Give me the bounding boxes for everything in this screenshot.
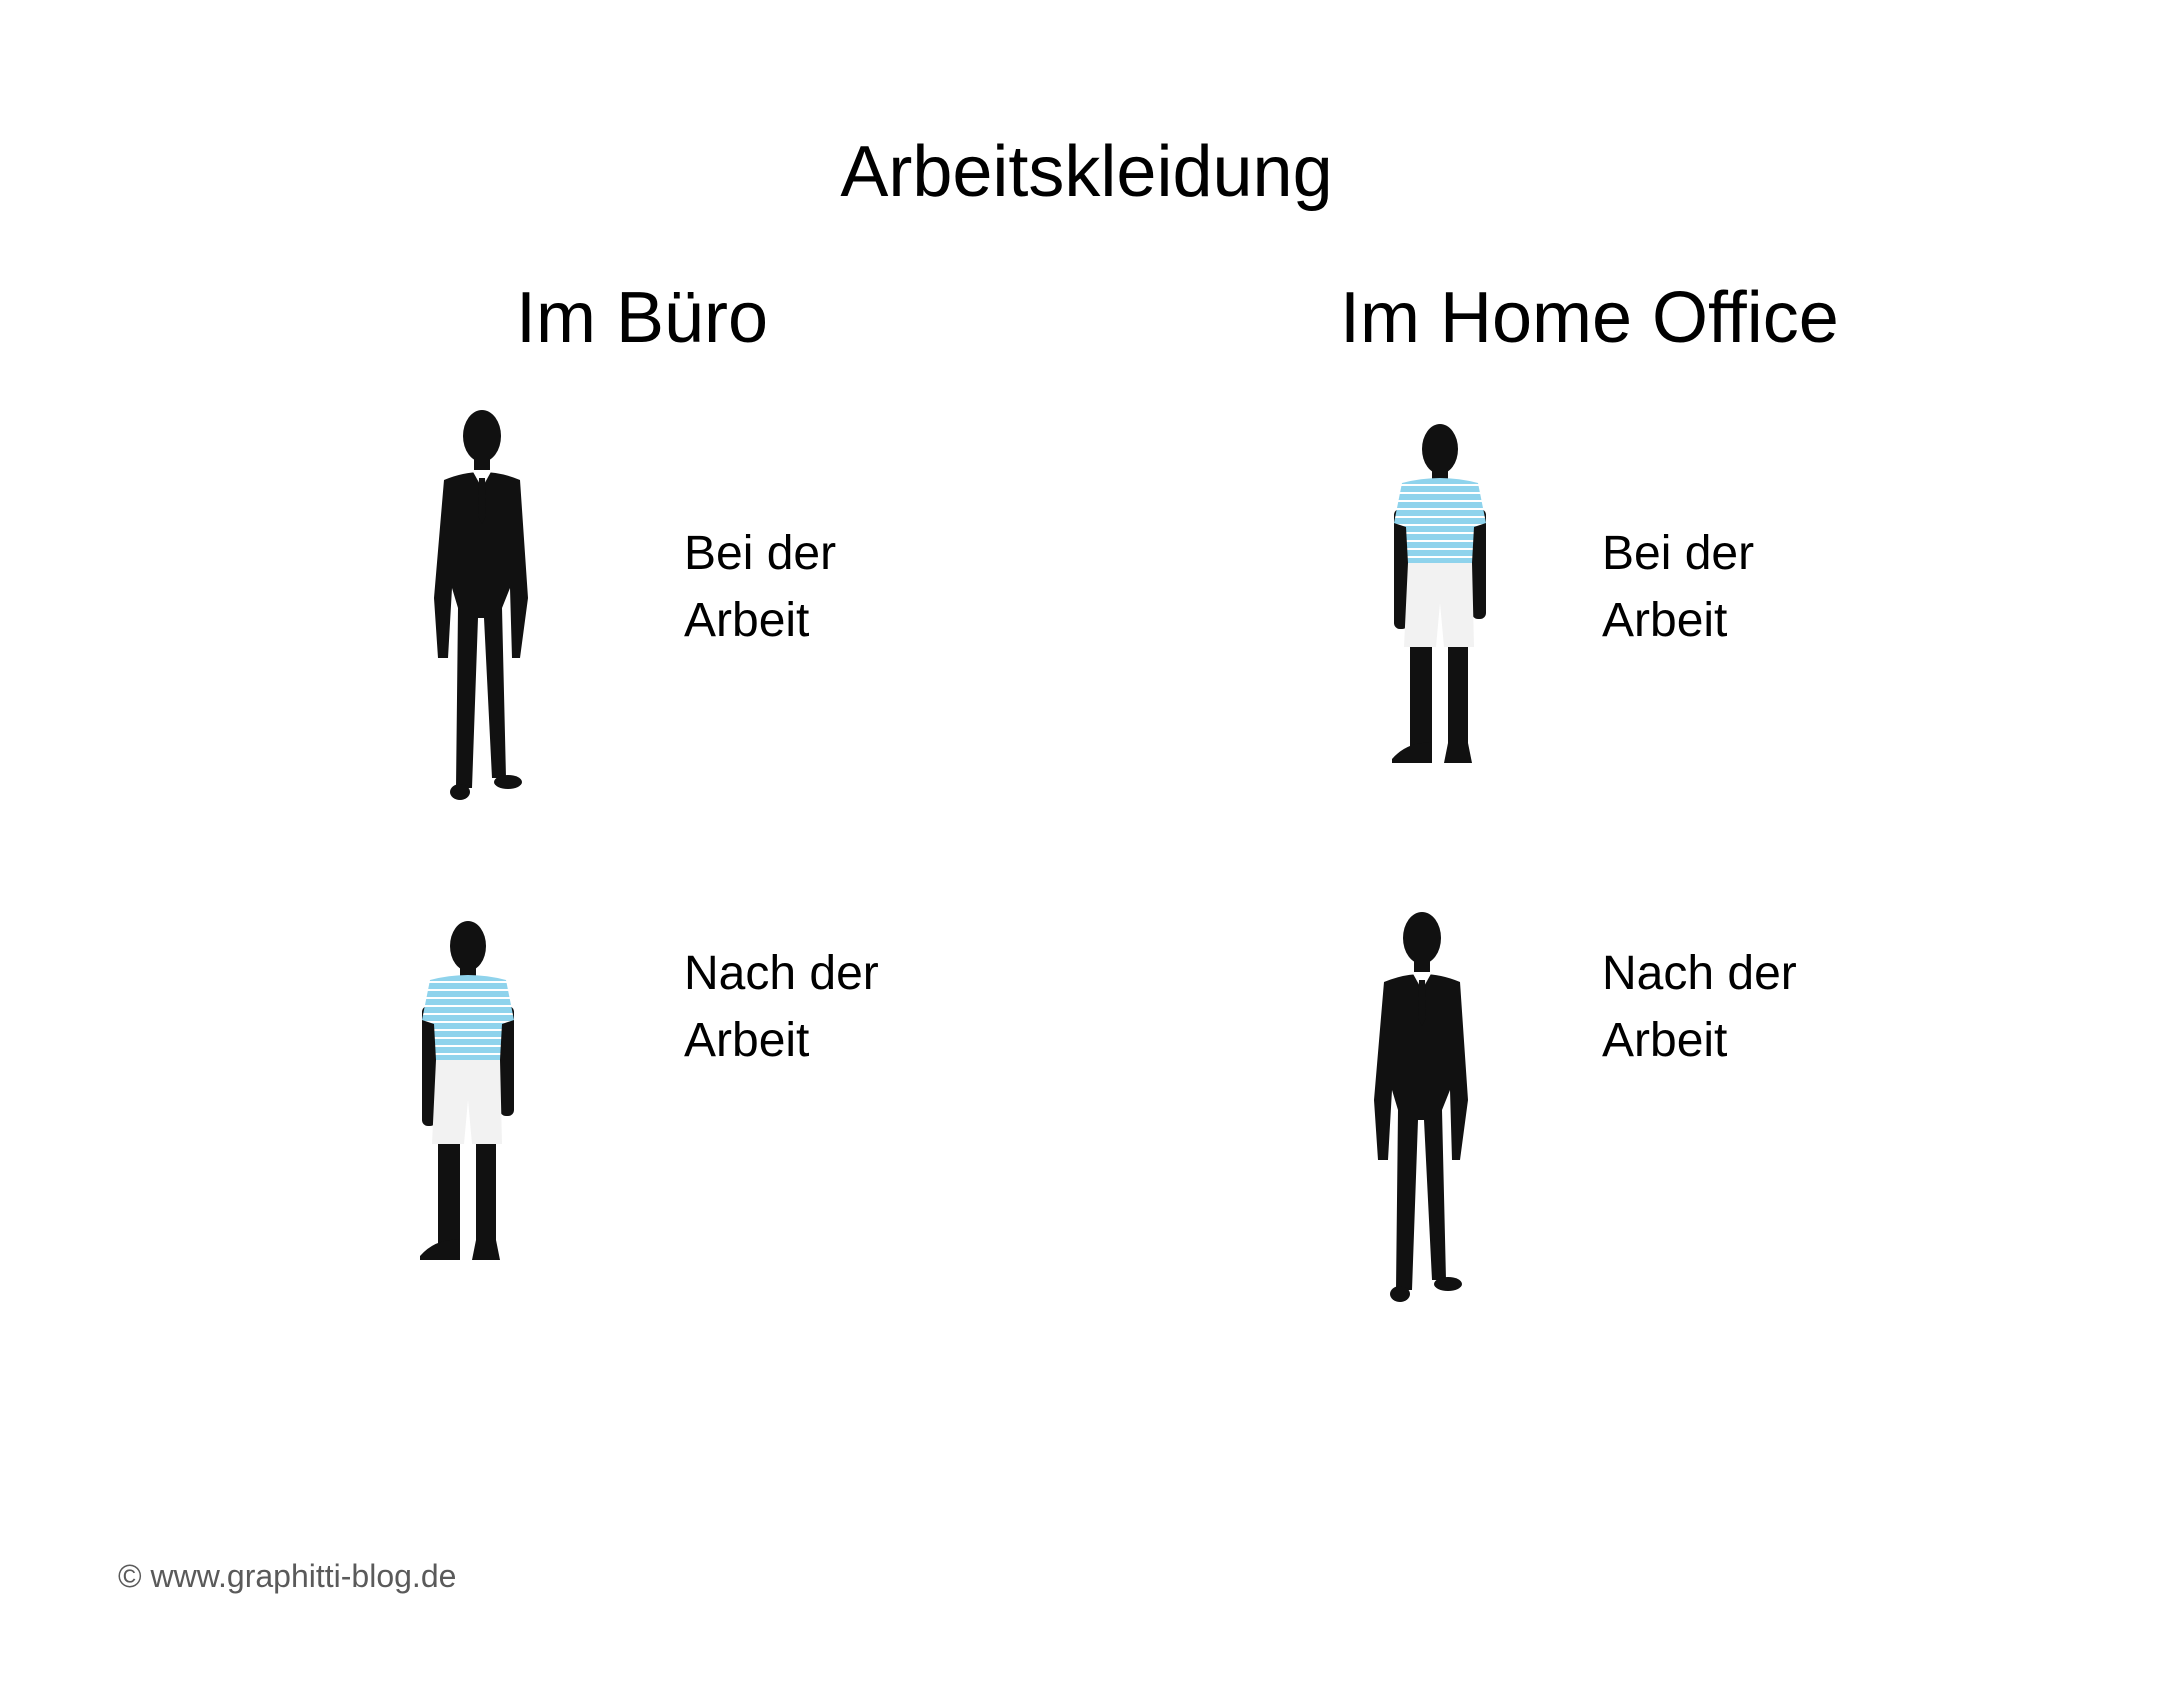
label-home-office-nach-der-arbeit: Nach der Arbeit xyxy=(1602,940,1862,1074)
label-line: Nach der xyxy=(684,947,879,1000)
suit-figure-icon xyxy=(1374,912,1468,1302)
page-title: Arbeitskleidung xyxy=(840,132,1333,212)
column-heading-buero: Im Büro xyxy=(516,278,769,358)
copyright-footer: © www.graphitti-blog.de xyxy=(118,1558,457,1594)
label-home-office-bei-der-arbeit: Bei der Arbeit xyxy=(1602,520,1862,654)
casual-figure-icon xyxy=(420,921,514,1260)
casual-figure-icon xyxy=(1392,424,1486,763)
suit-figure-icon xyxy=(434,410,528,800)
label-line: Bei der xyxy=(1602,527,1755,580)
label-line: Arbeit xyxy=(684,1014,810,1067)
column-heading-home-office: Im Home Office xyxy=(1340,278,1839,358)
label-buero-bei-der-arbeit: Bei der Arbeit xyxy=(684,520,944,654)
label-buero-nach-der-arbeit: Nach der Arbeit xyxy=(684,940,944,1074)
label-line: Arbeit xyxy=(1602,1014,1728,1067)
label-line: Nach der xyxy=(1602,947,1797,1000)
label-line: Arbeit xyxy=(684,594,810,647)
label-line: Bei der xyxy=(684,527,837,580)
label-line: Arbeit xyxy=(1602,594,1728,647)
